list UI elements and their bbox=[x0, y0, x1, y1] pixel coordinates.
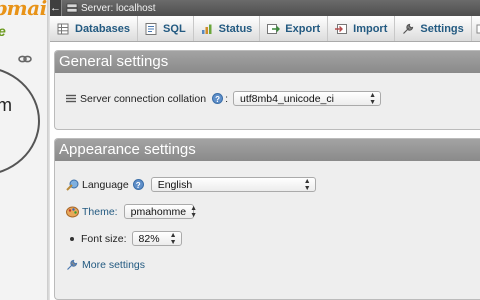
tab-settings-label: Settings bbox=[420, 22, 464, 35]
more-settings-row: More settings bbox=[66, 259, 145, 271]
theme-link[interactable]: Theme: bbox=[82, 206, 118, 218]
tab-import[interactable]: Import bbox=[328, 16, 396, 41]
sql-icon bbox=[145, 22, 157, 35]
collation-colon: : bbox=[225, 92, 228, 105]
tab-databases-label: Databases bbox=[75, 22, 131, 35]
database-icon bbox=[57, 23, 69, 34]
wrench-icon bbox=[403, 23, 414, 34]
font-size-label: Font size: bbox=[81, 232, 127, 245]
wrench-icon bbox=[67, 259, 78, 270]
theme-row: Theme: pmahomme ▲ ▼ bbox=[66, 204, 197, 219]
more-settings-link[interactable]: More settings bbox=[82, 259, 145, 271]
select-arrows-icon: ▲ ▼ bbox=[169, 231, 177, 246]
language-label: Language bbox=[82, 178, 129, 191]
language-row: Language ? English ▲ ▼ bbox=[66, 177, 316, 192]
list-icon bbox=[66, 94, 76, 103]
tab-sql[interactable]: SQL bbox=[138, 16, 194, 41]
export-icon bbox=[267, 23, 281, 34]
tab-import-label: Import bbox=[353, 22, 388, 35]
bullet bbox=[70, 236, 74, 241]
collation-label: Server connection collation bbox=[80, 92, 207, 105]
status-icon bbox=[201, 24, 212, 34]
help-icon[interactable]: ? bbox=[212, 93, 224, 104]
main-content: ← Server: localhost Databases SQL Status… bbox=[50, 0, 480, 300]
language-select[interactable]: English ▲ ▼ bbox=[150, 177, 316, 192]
language-icon bbox=[66, 179, 79, 191]
more-tabs-icon bbox=[476, 24, 480, 33]
theme-select[interactable]: pmahomme ▲ ▼ bbox=[123, 204, 197, 219]
collation-row: Server connection collation ? : utf8mb4_… bbox=[66, 91, 381, 106]
server-icon bbox=[66, 3, 78, 13]
appearance-settings-title: Appearance settings bbox=[55, 139, 480, 161]
font-size-row: Font size: 82% ▲ ▼ bbox=[70, 231, 182, 246]
link-icon[interactable] bbox=[18, 54, 32, 64]
tab-export-label: Export bbox=[285, 22, 321, 35]
palette-icon bbox=[66, 206, 79, 217]
font-size-select-value: 82% bbox=[138, 232, 160, 245]
select-arrows-icon: ▲ ▼ bbox=[369, 91, 376, 106]
circle-letter: m bbox=[0, 95, 12, 115]
tab-settings[interactable]: Settings bbox=[395, 16, 472, 41]
logo[interactable]: pmain bbox=[0, 0, 47, 20]
select-arrows-icon: ▲ ▼ bbox=[303, 177, 311, 192]
collation-select[interactable]: utf8mb4_unicode_ci ▲ ▼ bbox=[233, 91, 381, 106]
select-arrows-icon: ▲ ▼ bbox=[190, 204, 197, 219]
tab-databases[interactable]: Databases bbox=[50, 16, 139, 41]
server-link[interactable]: Server: localhost bbox=[81, 3, 155, 14]
server-breadcrumb: ← Server: localhost bbox=[50, 0, 480, 16]
collation-select-value: utf8mb4_unicode_ci bbox=[240, 92, 334, 105]
theme-select-value: pmahomme bbox=[130, 205, 187, 218]
import-icon bbox=[335, 23, 348, 34]
decorative-circle bbox=[0, 66, 40, 176]
navigation-panel: pmain e m bbox=[0, 0, 47, 300]
font-size-select[interactable]: 82% ▲ ▼ bbox=[131, 231, 182, 246]
tab-status-label: Status bbox=[218, 22, 253, 35]
general-settings-panel: General settings Server connection colla… bbox=[54, 50, 480, 130]
tab-more[interactable] bbox=[472, 16, 480, 41]
language-help-icon[interactable]: ? bbox=[132, 179, 144, 190]
logo-subtext: e bbox=[0, 23, 6, 39]
tab-sql-label: SQL bbox=[163, 22, 186, 35]
general-settings-title: General settings bbox=[55, 51, 480, 73]
top-tab-bar: Databases SQL Status Export Import Setti… bbox=[50, 16, 480, 42]
language-select-value: English bbox=[157, 178, 193, 191]
appearance-settings-panel: Appearance settings Language ? English ▲… bbox=[54, 138, 480, 300]
tab-export[interactable]: Export bbox=[260, 16, 329, 41]
tab-status[interactable]: Status bbox=[194, 16, 261, 41]
back-arrow-icon[interactable]: ← bbox=[50, 0, 62, 16]
